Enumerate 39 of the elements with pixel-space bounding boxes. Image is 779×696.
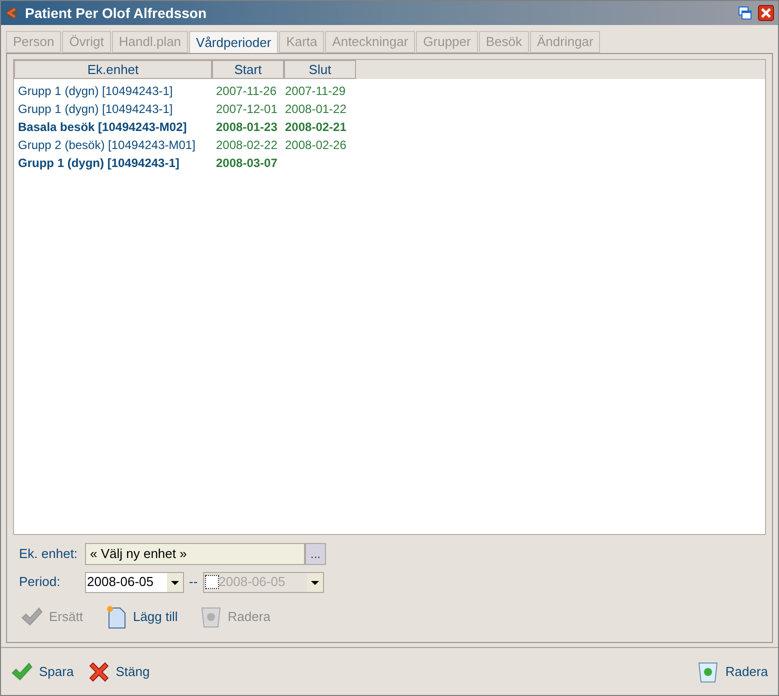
table-cell-text: Basala besök [10494243-M02] <box>17 119 188 136</box>
close-icon[interactable] <box>758 5 774 21</box>
table-cell-text: 2008-02-21 <box>284 119 348 136</box>
app-logo-icon <box>5 6 19 20</box>
table-cell-text: 2007-11-29 <box>284 83 346 100</box>
new-document-icon <box>104 605 127 629</box>
table-cell-text: Grupp 1 (dygn) [10494243-1] <box>17 101 174 118</box>
table-cell-text: Grupp 2 (besök) [10494243-M01] <box>17 137 196 154</box>
column-header[interactable]: Ek.enhet <box>14 60 212 79</box>
period-label: Period: <box>18 573 62 592</box>
check-icon <box>21 607 43 627</box>
table-cell-text: Grupp 1 (dygn) [10494243-1] <box>17 155 180 172</box>
add-button[interactable]: Lägg till <box>104 605 178 629</box>
table-cell-text: 2007-11-26 <box>215 83 278 100</box>
restore-icon[interactable] <box>738 6 752 20</box>
from-date-field[interactable]: 2008-06-05 <box>85 572 184 592</box>
check-icon <box>11 662 33 682</box>
close-button[interactable]: Stäng <box>88 660 150 682</box>
column-header[interactable]: Start <box>212 60 284 79</box>
table-cell-text: 2008-02-22 <box>215 137 278 154</box>
table-cell-text: 2007-12-01 <box>215 101 278 118</box>
trash-bin-icon <box>697 660 720 684</box>
trash-bin-icon <box>200 605 222 629</box>
table-cell-text: 2008-03-07 <box>215 155 278 172</box>
table-cell-text: 2008-02-26 <box>284 137 348 154</box>
delete-button[interactable]: Radera <box>697 660 768 684</box>
table-cell-text: 2008-01-23 <box>215 119 278 136</box>
window-title: Patient Per Olof Alfredsson <box>25 4 207 22</box>
save-button[interactable]: Spara <box>11 662 74 682</box>
column-header[interactable]: Slut <box>284 60 356 79</box>
browse-button[interactable]: ... <box>305 543 326 565</box>
separator-text: -- <box>188 573 199 592</box>
date-checkbox[interactable] <box>204 575 219 589</box>
unit-label: Ek. enhet: <box>18 545 79 564</box>
table-cell-text: Grupp 1 (dygn) [10494243-1] <box>17 83 174 100</box>
unit-field[interactable]: « Välj ny enhet » <box>85 543 305 565</box>
table-cell-text: 2008-01-22 <box>284 101 348 118</box>
cross-icon <box>88 660 110 682</box>
tab[interactable]: Vårdperioder <box>189 31 278 53</box>
